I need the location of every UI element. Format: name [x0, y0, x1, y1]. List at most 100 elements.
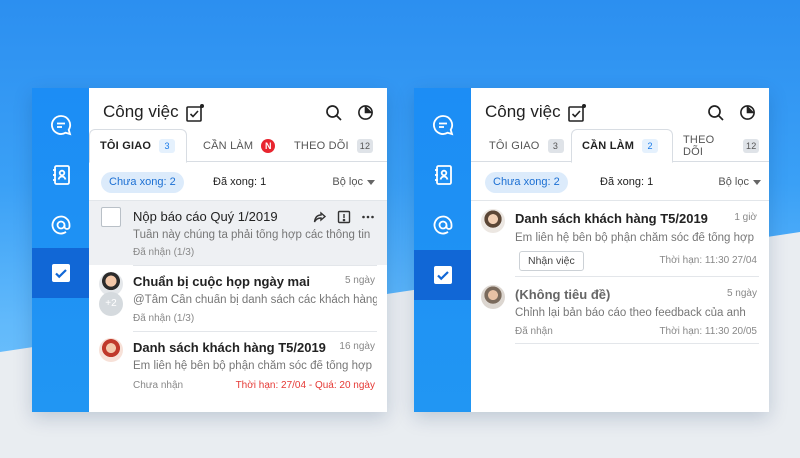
tab-todo[interactable]: CẦN LÀM 2	[571, 129, 673, 163]
task-time: 5 ngày	[344, 275, 375, 286]
task-title: Danh sách khách hàng T5/2019	[133, 340, 326, 355]
header: Công việc	[471, 88, 769, 132]
task-time: 1 giờ	[734, 212, 757, 223]
sidebar-rail	[414, 88, 471, 412]
task-status: Đã nhận (1/3)	[133, 313, 195, 324]
todo-check-icon	[433, 266, 452, 284]
task-panel-right: Công việc TÔI GIAO 3 CẦN LÀM 2 THEO DÕI …	[414, 88, 769, 412]
tab-label: TÔI GIAO	[100, 140, 152, 152]
contacts-icon	[52, 165, 70, 185]
accept-task-button[interactable]: Nhận việc	[519, 251, 584, 271]
task-status: Đã nhận (1/3)	[133, 247, 195, 258]
avatar	[481, 209, 505, 233]
tab-following[interactable]: THEO DÕI 12	[673, 129, 769, 163]
task-row[interactable]: Danh sách khách hàng T5/2019 1 giờ Em li…	[471, 201, 769, 276]
rail-item-contacts[interactable]	[414, 150, 471, 200]
filter-button[interactable]: Bộ lọc	[718, 176, 761, 188]
rail-item-chat[interactable]	[32, 100, 89, 150]
task-add-icon[interactable]	[567, 103, 587, 123]
pending-chip[interactable]: Chưa xong: 2	[485, 172, 568, 193]
checkbox[interactable]	[101, 207, 121, 227]
tab-bar: TÔI GIAO 3 CẦN LÀM N THEO DÕI 12	[89, 129, 387, 163]
task-snippet: Chỉnh lại bản báo cáo theo feedback của …	[515, 307, 746, 319]
tab-todo[interactable]: CẦN LÀM N	[193, 129, 285, 163]
more-icon[interactable]	[361, 210, 375, 224]
task-deadline: Thời hạn: 11:30 27/04	[659, 255, 757, 266]
task-title: (Không tiêu đề)	[515, 287, 611, 302]
important-icon[interactable]	[337, 210, 351, 224]
task-title: Nộp báo cáo Quý 1/2019	[133, 209, 278, 224]
rail-item-mentions[interactable]	[32, 200, 89, 250]
new-badge: N	[261, 139, 276, 153]
tab-assigned[interactable]: TÔI GIAO 3	[89, 129, 187, 163]
chat-icon	[432, 115, 453, 136]
report-pie-icon[interactable]	[357, 104, 374, 121]
filter-bar: Chưa xong: 2 Đã xong: 1 Bộ lọc	[471, 166, 769, 200]
caret-down-icon	[367, 179, 375, 185]
page-title: Công việc	[485, 102, 561, 121]
avatar	[99, 338, 123, 362]
task-deadline: Thời hạn: 11:30 20/05	[659, 326, 757, 337]
tab-label: TÔI GIAO	[489, 140, 540, 152]
task-snippet: Em liên hệ bên bộ phận chăm sóc để tổng …	[515, 232, 754, 244]
task-row[interactable]: +2 Chuẩn bị cuộc họp ngày mai 5 ngày @Tâ…	[89, 266, 387, 331]
tab-label: THEO DÕI	[294, 140, 349, 152]
rail-item-chat[interactable]	[414, 100, 471, 150]
search-icon[interactable]	[707, 104, 725, 122]
rail-item-tasks[interactable]	[414, 250, 471, 300]
mention-icon	[51, 215, 70, 235]
chat-icon	[50, 115, 71, 136]
task-snippet: Tuần này chúng ta phải tổng hợp các thôn…	[133, 229, 371, 241]
task-title: Chuẩn bị cuộc họp ngày mai	[133, 274, 310, 289]
tab-badge: 2	[642, 139, 659, 153]
filter-button[interactable]: Bộ lọc	[332, 176, 375, 188]
rail-item-contacts[interactable]	[32, 150, 89, 200]
pending-chip[interactable]: Chưa xong: 2	[101, 172, 184, 193]
tab-label: THEO DÕI	[683, 134, 715, 158]
tab-label: CẦN LÀM	[203, 140, 254, 152]
task-deadline: Thời hạn: 27/04 - Quá: 20 ngày	[235, 380, 375, 391]
more-assignees-badge: +2	[99, 292, 123, 316]
rail-item-tasks[interactable]	[32, 248, 89, 298]
task-list: Danh sách khách hàng T5/2019 1 giờ Em li…	[471, 200, 769, 344]
task-list: Nộp báo cáo Quý 1/2019 Tuần này chúng ta…	[89, 200, 387, 391]
report-pie-icon[interactable]	[739, 104, 756, 121]
task-time: 16 ngày	[339, 341, 375, 352]
sidebar-rail	[32, 88, 89, 412]
search-icon[interactable]	[325, 104, 343, 122]
tab-badge: 12	[356, 139, 374, 153]
task-row[interactable]: Nộp báo cáo Quý 1/2019 Tuần này chúng ta…	[89, 201, 387, 265]
caret-down-icon	[753, 179, 761, 185]
task-panel-left: Công việc TÔI GIAO 3 CẦN LÀM N THEO DÕI …	[32, 88, 387, 412]
task-title: Danh sách khách hàng T5/2019	[515, 211, 708, 226]
filter-bar: Chưa xong: 2 Đã xong: 1 Bộ lọc	[89, 166, 387, 200]
divider	[515, 343, 759, 344]
tab-assigned[interactable]: TÔI GIAO 3	[479, 129, 574, 163]
task-main: Công việc TÔI GIAO 3 CẦN LÀM N THEO DÕI …	[89, 88, 387, 412]
page-title: Công việc	[103, 102, 179, 121]
tab-following[interactable]: THEO DÕI 12	[284, 129, 383, 163]
task-main: Công việc TÔI GIAO 3 CẦN LÀM 2 THEO DÕI …	[471, 88, 769, 412]
done-count[interactable]: Đã xong: 1	[600, 176, 653, 188]
task-snippet: @Tâm Cần chuẩn bị danh sách các khách hà…	[133, 294, 377, 306]
done-count[interactable]: Đã xong: 1	[213, 176, 266, 188]
share-icon[interactable]	[313, 210, 327, 224]
filter-label: Bộ lọc	[332, 176, 363, 188]
task-status: Chưa nhận	[133, 380, 184, 391]
task-add-icon[interactable]	[185, 103, 205, 123]
contacts-icon	[434, 165, 452, 185]
task-row[interactable]: (Không tiêu đề) 5 ngày Chỉnh lại bản báo…	[471, 277, 769, 343]
tab-badge: 12	[743, 139, 759, 153]
tab-label: CẦN LÀM	[582, 140, 635, 152]
header: Công việc	[89, 88, 387, 132]
mention-icon	[433, 215, 452, 235]
task-time: 5 ngày	[726, 288, 757, 299]
tab-badge: 3	[547, 139, 564, 153]
rail-item-mentions[interactable]	[414, 200, 471, 250]
task-snippet: Em liên hệ bên bộ phận chăm sóc để tổng …	[133, 360, 372, 372]
filter-label: Bộ lọc	[718, 176, 749, 188]
task-row[interactable]: Danh sách khách hàng T5/2019 16 ngày Em …	[89, 332, 387, 398]
todo-check-icon	[51, 264, 70, 282]
row-actions	[313, 210, 375, 224]
tab-bar: TÔI GIAO 3 CẦN LÀM 2 THEO DÕI 12	[471, 129, 769, 163]
